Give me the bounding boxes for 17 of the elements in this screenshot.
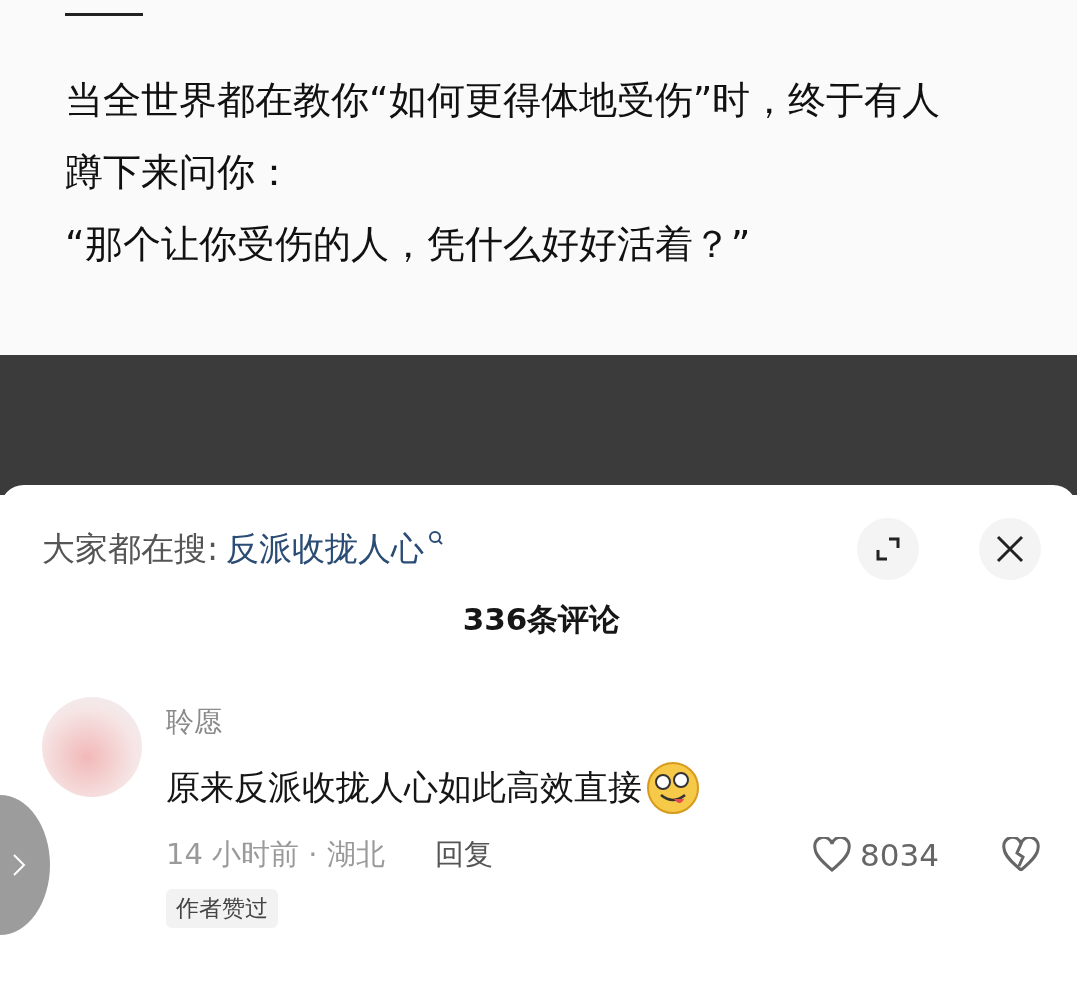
emoji-icon — [646, 761, 700, 815]
comment-text: 原来反派收拢人心如此高效直接 — [166, 766, 642, 809]
chevron-right-icon — [12, 853, 26, 877]
reply-button[interactable]: 回复 — [434, 835, 493, 875]
like-button[interactable]: 8034 — [812, 837, 939, 873]
comment-count: 336条评论 — [461, 600, 622, 639]
dislike-button[interactable] — [1001, 837, 1041, 873]
search-prefix: 大家都在搜: — [42, 527, 219, 570]
author-liked-tag: 作者赞过 — [166, 889, 278, 928]
search-term-link[interactable]: 反派收拢人心 — [226, 526, 425, 572]
heart-icon — [812, 837, 853, 873]
broken-heart-icon — [1001, 837, 1041, 873]
article-paragraph: 当全世界都在教你“如何更得体地受伤”时，终于有人蹲下来问你： — [65, 77, 942, 196]
article-paragraph: “那个让你受伤的人，凭什么好好活着？” — [65, 221, 752, 268]
close-icon — [995, 534, 1025, 564]
expand-icon — [874, 535, 902, 563]
comment-time-location: 14 小时前 · 湖北 — [166, 836, 385, 873]
